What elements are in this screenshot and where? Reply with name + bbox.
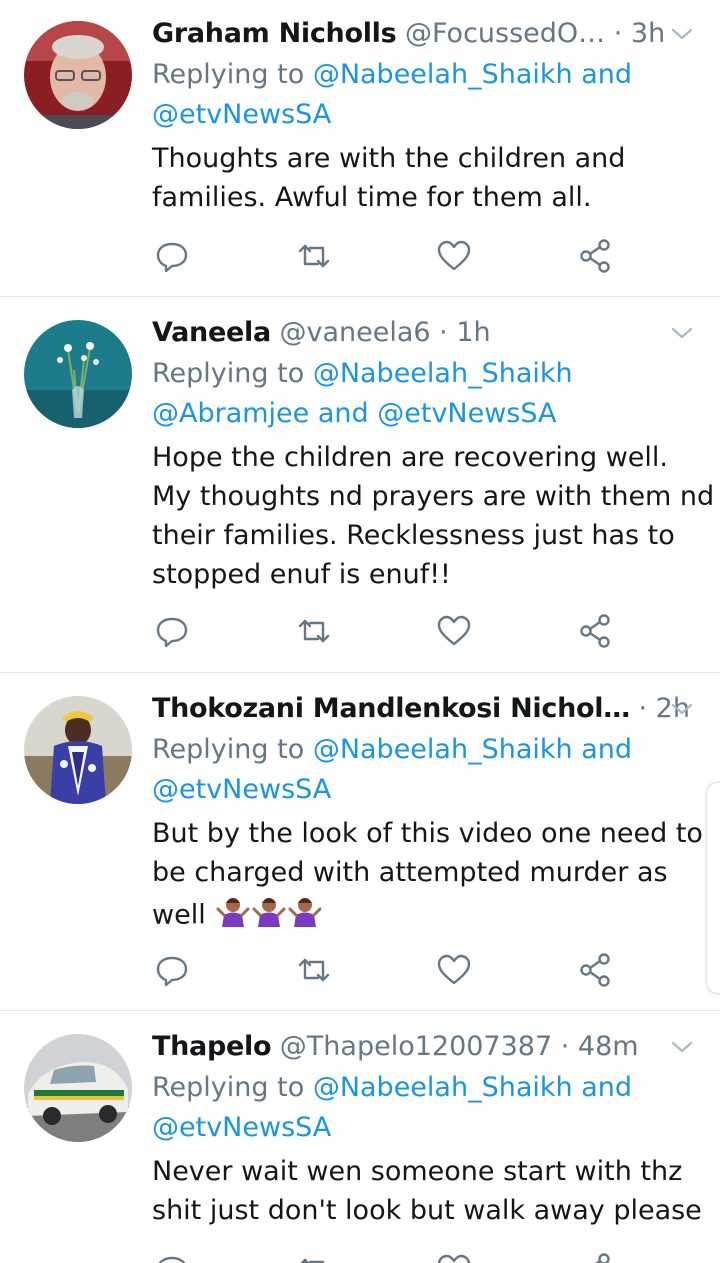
tweet-text: be charged with attempted murder as [152,857,668,888]
mention-link[interactable]: @etvNewsSA [152,1108,700,1148]
tweet[interactable]: Thapelo @Thapelo12007387 · 48m Replying … [0,1010,720,1263]
avatar-image [24,696,132,804]
display-name[interactable]: Graham Nicholls [152,18,397,49]
tweet-text: Never wait wen someone start with thz [152,1156,683,1187]
replying-to-label: Replying to [152,734,305,765]
tweet-text: well [152,899,206,931]
display-name[interactable]: Vaneela [152,317,271,348]
replying-to-line: Replying to @Nabeelah_Shaikh [152,354,700,394]
timestamp: · 3h [613,18,666,49]
person-shrugging-emoji [252,893,286,939]
retweet-icon[interactable] [294,950,334,990]
person-shrugging-emoji [216,893,250,939]
tweet-text: My thoughts nd prayers are with them nd [152,481,715,512]
tweet-text: shit just don't look but walk away pleas… [152,1195,702,1226]
display-name[interactable]: Thapelo [152,1031,272,1062]
tweet-text: their families. Recklessness just has to [152,520,675,551]
replying-to-line: Replying to @Nabeelah_Shaikh and [152,1068,700,1108]
user-handle[interactable]: @vaneela6 [279,317,430,348]
edge-scroll-handle[interactable] [706,782,720,994]
tweet-actions [0,236,720,276]
mention-link[interactable]: @Nabeelah_Shaikh [313,358,573,389]
tweet-actions [0,611,720,651]
avatar-image [24,1034,132,1142]
mention-link[interactable]: @Nabeelah_Shaikh and [313,1072,632,1103]
share-icon[interactable] [575,1250,615,1263]
tweet-text-with-emoji: well [152,893,700,933]
avatar[interactable] [24,21,132,129]
retweet-icon[interactable] [294,236,334,276]
tweet[interactable]: Vaneela @vaneela6 · 1h Replying to @Nabe… [0,296,720,673]
tweet[interactable]: Graham Nicholls @FocussedO… · 3h Replyin… [0,0,720,297]
reply-icon[interactable] [152,236,192,276]
tweet-header: Graham Nicholls @FocussedO… · 3h [152,16,700,52]
mention-link[interactable]: @etvNewsSA [152,770,700,810]
tweet-text: But by the look of this video one need t… [152,818,703,849]
avatar-image [24,21,132,129]
like-icon[interactable] [434,950,474,990]
replying-to-line: Replying to @Nabeelah_Shaikh and [152,730,700,770]
reply-icon[interactable] [152,1250,192,1263]
avatar-image [24,320,132,428]
like-icon[interactable] [434,611,474,651]
chevron-down-icon[interactable] [670,22,694,46]
replying-to-label: Replying to [152,358,305,389]
tweet-text: stopped enuf is enuf!! [152,559,451,590]
replying-to-line: Replying to @Nabeelah_Shaikh and [152,55,700,95]
user-handle[interactable]: @FocussedO… [405,18,605,49]
avatar[interactable] [24,320,132,428]
chevron-down-icon[interactable] [670,321,694,345]
timestamp: · 1h [439,317,491,348]
avatar[interactable] [24,1034,132,1142]
retweet-icon[interactable] [294,611,334,651]
tweet-header: Thapelo @Thapelo12007387 · 48m [152,1029,700,1065]
replying-to-label: Replying to [152,59,305,90]
tweet-actions [0,950,720,990]
retweet-icon[interactable] [294,1250,334,1263]
chevron-down-icon[interactable] [670,1035,694,1059]
tweet-text: Hope the children are recovering well. [152,442,668,473]
reply-icon[interactable] [152,950,192,990]
tweet-text: families. Awful time for them all. [152,182,592,213]
person-shrugging-emoji [288,893,322,939]
mention-link[interactable]: @Nabeelah_Shaikh and [313,734,632,765]
share-icon[interactable] [575,611,615,651]
share-icon[interactable] [575,236,615,276]
chevron-down-icon[interactable] [670,697,694,721]
like-icon[interactable] [434,1250,474,1263]
mention-link[interactable]: @Nabeelah_Shaikh and [313,59,632,90]
tweet[interactable]: Thokozani Mandlenkosi Nichol… · 2h Reply… [0,672,720,1011]
tweet-text: Thoughts are with the children and [152,143,626,174]
timestamp: · 48m [560,1031,639,1062]
tweet-header: Thokozani Mandlenkosi Nichol… · 2h [152,691,700,727]
tweet-header: Vaneela @vaneela6 · 1h [152,315,700,351]
share-icon[interactable] [575,950,615,990]
reply-icon[interactable] [152,611,192,651]
mention-link[interactable]: @etvNewsSA [152,95,700,135]
user-handle[interactable]: @Thapelo12007387 [280,1031,552,1062]
avatar[interactable] [24,696,132,804]
tweet-feed: Graham Nicholls @FocussedO… · 3h Replyin… [0,0,720,1263]
display-name[interactable]: Thokozani Mandlenkosi Nichol… [152,693,630,724]
tweet-actions [0,1250,720,1263]
like-icon[interactable] [434,236,474,276]
replying-to-label: Replying to [152,1072,305,1103]
mention-link[interactable]: @Abramjee and @etvNewsSA [152,394,700,434]
